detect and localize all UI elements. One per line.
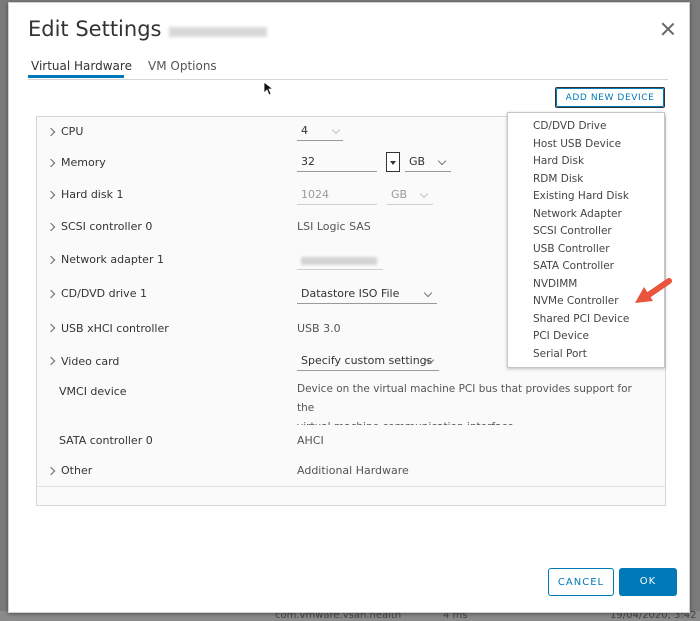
row-label: USB xHCI controller [61, 322, 169, 335]
scsi-value: LSI Logic SAS [297, 220, 371, 233]
row-label: Other [61, 464, 93, 477]
menu-item-sata-controller[interactable]: SATA Controller [533, 260, 614, 272]
row-label: Memory [61, 156, 106, 169]
expand-chevron-icon[interactable] [46, 289, 56, 299]
expand-chevron-icon[interactable] [46, 466, 56, 476]
network-select[interactable] [297, 253, 383, 270]
close-icon[interactable] [661, 22, 675, 36]
row-label: CPU [61, 125, 84, 138]
cddvd-select[interactable]: Datastore ISO File [297, 287, 437, 304]
hardware-row-vmci: VMCI device Device on the virtual machin… [37, 377, 665, 433]
expand-chevron-icon[interactable] [46, 255, 56, 265]
menu-item-pci-device[interactable]: PCI Device [533, 330, 589, 342]
menu-item-network-adapter[interactable]: Network Adapter [533, 208, 622, 220]
mouse-cursor-icon [263, 81, 273, 96]
expand-chevron-icon[interactable] [46, 323, 56, 333]
vm-name-redacted [169, 27, 267, 37]
tab-virtual-hardware[interactable]: Virtual Hardware [31, 59, 132, 73]
row-label: SCSI controller 0 [61, 220, 153, 233]
expand-chevron-icon[interactable] [46, 190, 56, 200]
expand-chevron-icon[interactable] [46, 222, 56, 232]
menu-item-nvme-controller[interactable]: NVMe Controller [533, 295, 619, 307]
video-card-select[interactable]: Specify custom settings [297, 354, 439, 371]
edit-settings-dialog: Edit Settings Virtual Hardware VM Option… [8, 2, 690, 613]
menu-item-serial-port[interactable]: Serial Port [533, 348, 587, 360]
row-label: CD/DVD drive 1 [61, 287, 147, 300]
row-label: Hard disk 1 [61, 188, 124, 201]
menu-item-cddvd-drive[interactable]: CD/DVD Drive [533, 120, 606, 132]
menu-item-usb-controller[interactable]: USB Controller [533, 243, 610, 255]
other-value: Additional Hardware [297, 464, 409, 477]
tab-vm-options[interactable]: VM Options [148, 59, 217, 73]
menu-item-host-usb-device[interactable]: Host USB Device [533, 138, 621, 150]
annotation-arrow-icon [635, 278, 672, 303]
row-label: Video card [61, 355, 120, 368]
menu-item-existing-hard-disk[interactable]: Existing Hard Disk [533, 190, 629, 202]
row-label: Network adapter 1 [61, 253, 164, 266]
hard-disk-unit-select[interactable]: GB [387, 188, 433, 205]
row-label: VMCI device [59, 385, 127, 398]
menu-item-shared-pci-device[interactable]: Shared PCI Device [533, 313, 629, 325]
add-new-device-button[interactable]: ADD NEW DEVICE [555, 87, 665, 108]
ok-button[interactable]: OK [619, 568, 677, 596]
hard-disk-size-input[interactable]: 1024 [297, 188, 377, 205]
dialog-title: Edit Settings [28, 17, 162, 41]
expand-chevron-icon[interactable] [46, 158, 56, 168]
usb-value: USB 3.0 [297, 322, 341, 335]
sata-value: AHCI [297, 434, 324, 447]
tab-bar: Virtual Hardware VM Options [28, 57, 668, 80]
cancel-button[interactable]: CANCEL [548, 568, 614, 596]
row-label: SATA controller 0 [59, 434, 153, 447]
menu-item-rdm-disk[interactable]: RDM Disk [533, 173, 583, 185]
active-tab-indicator [28, 75, 124, 78]
vmci-description-line: Device on the virtual machine PCI bus th… [297, 383, 632, 414]
add-device-menu: CD/DVD Drive Host USB Device Hard Disk R… [507, 112, 665, 368]
expand-chevron-icon[interactable] [46, 127, 56, 137]
hardware-row-other[interactable]: Other Additional Hardware [37, 455, 665, 487]
expand-chevron-icon[interactable] [46, 356, 56, 366]
menu-item-hard-disk[interactable]: Hard Disk [533, 155, 584, 167]
memory-dropdown-button[interactable] [386, 152, 400, 172]
memory-unit-select[interactable]: GB [405, 155, 451, 172]
memory-input[interactable]: 32 [297, 155, 377, 172]
hardware-row-sata: SATA controller 0 AHCI [37, 425, 665, 456]
menu-item-nvdimm[interactable]: NVDIMM [533, 278, 577, 290]
menu-item-scsi-controller[interactable]: SCSI Controller [533, 225, 612, 237]
